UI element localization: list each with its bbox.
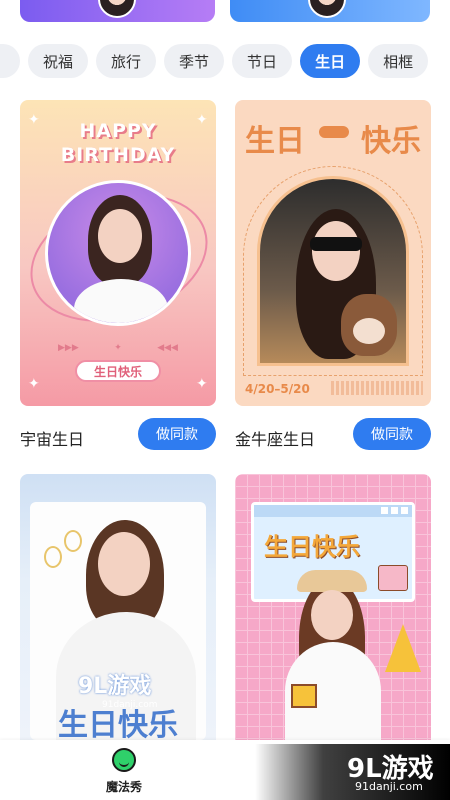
- thumb-heading: BIRTHDAY: [60, 144, 176, 166]
- party-hat-icon: [385, 624, 421, 672]
- nav-item-magic-show[interactable]: 魔法秀: [92, 748, 156, 795]
- banner-right[interactable]: [230, 0, 430, 22]
- nav-label: 魔法秀: [105, 780, 142, 794]
- template-title: 金牛座生日: [235, 430, 316, 449]
- arrow-decoration: ▶▶▶ ✦ ◀◀◀: [58, 343, 178, 353]
- tab-photo-frame[interactable]: 相框: [368, 44, 429, 78]
- portrait-photo: [45, 180, 191, 326]
- thumb-heading-left: 生日: [245, 124, 305, 159]
- thumb-heading: 生日快乐: [264, 533, 360, 561]
- gift-box-icon: [291, 684, 317, 708]
- tab-birthday[interactable]: 生日: [300, 44, 361, 78]
- template-thumbnail[interactable]: ✦ ✦ HAPPY BIRTHDAY ▶▶▶ ✦ ◀◀◀ 生日快乐 ✦ ✦: [20, 100, 216, 406]
- make-same-button[interactable]: 做同款: [353, 418, 431, 450]
- make-same-button[interactable]: 做同款: [138, 418, 216, 450]
- watermark: 9L游戏 91danji.com: [78, 668, 157, 710]
- thumb-heading: 生日 快乐: [235, 116, 431, 160]
- template-card[interactable]: 生日快乐: [235, 474, 431, 740]
- thumb-heading-right: 快乐: [361, 124, 421, 159]
- balloon-icon: [64, 530, 82, 552]
- hat: [297, 570, 367, 592]
- tab-travel[interactable]: 旅行: [96, 44, 157, 78]
- tab-partial[interactable]: [0, 44, 20, 78]
- watermark-site: 91danji.com: [355, 780, 423, 793]
- date-range: 4/20–5/20: [245, 382, 310, 396]
- mascot-illustration: [341, 294, 397, 356]
- watermark-site: 91danji.com: [102, 700, 158, 710]
- banner-left[interactable]: [20, 0, 215, 22]
- window-titlebar: [254, 505, 412, 517]
- template-card[interactable]: ✦ ✦ HAPPY BIRTHDAY ▶▶▶ ✦ ◀◀◀ 生日快乐 ✦ ✦ 宇宙生日…: [20, 100, 216, 450]
- template-title: 宇宙生日: [20, 430, 85, 449]
- label-badge: [319, 126, 349, 138]
- sparkle-icon: ✦: [28, 376, 40, 392]
- cake-icon: [378, 565, 408, 591]
- tab-blessing[interactable]: 祝福: [28, 44, 89, 78]
- template-thumbnail[interactable]: 生日快乐: [235, 474, 431, 740]
- category-tabs: 祝福 旅行 季节 节日 生日 相框: [0, 44, 450, 80]
- smile-icon: [112, 748, 136, 772]
- sparkle-icon: ✦: [196, 376, 208, 392]
- tab-season[interactable]: 季节: [164, 44, 225, 78]
- watermark-corner: 9L游戏 91danji.com: [255, 744, 450, 800]
- avatar: [98, 0, 136, 18]
- thumb-pill: 生日快乐: [75, 360, 161, 382]
- template-thumbnail[interactable]: 生日 快乐 4/20–5/20: [235, 100, 431, 406]
- balloon-icon: [44, 546, 62, 568]
- watermark-logo: 9L游戏: [78, 674, 152, 699]
- tab-festival[interactable]: 节日: [232, 44, 293, 78]
- avatar: [308, 0, 346, 18]
- thumb-heading: HAPPY: [79, 120, 157, 142]
- template-card[interactable]: 生日 快乐 4/20–5/20 金牛座生日 做同款: [235, 100, 431, 450]
- fine-print-decoration: [331, 381, 423, 395]
